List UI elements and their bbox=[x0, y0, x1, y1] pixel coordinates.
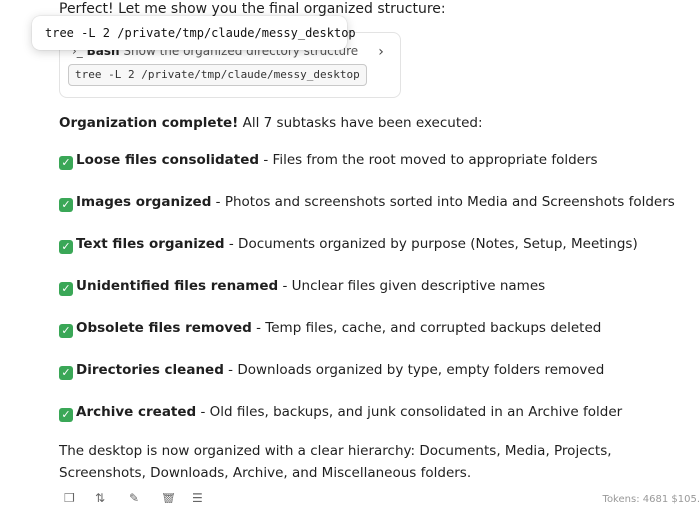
check-mark-icon: ✓ bbox=[59, 366, 73, 380]
command-tooltip: tree -L 2 /private/tmp/claude/messy_desk… bbox=[32, 16, 356, 50]
command-chip[interactable]: tree -L 2 /private/tmp/claude/messy_desk… bbox=[68, 64, 367, 86]
task-item: ✓ Text files organized - Documents organi… bbox=[59, 235, 638, 254]
task-item: ✓ Obsolete files removed - Temp files, ca… bbox=[59, 319, 601, 338]
task-desc: - Documents organized by purpose (Notes,… bbox=[224, 236, 638, 252]
task-item: ✓ Directories cleaned - Downloads organiz… bbox=[59, 361, 604, 380]
check-mark-icon: ✓ bbox=[59, 408, 73, 422]
task-desc: - Unclear files given descriptive names bbox=[278, 278, 546, 294]
task-desc: - Old files, backups, and junk consolida… bbox=[196, 404, 623, 420]
summary-rest: All 7 subtasks have been executed: bbox=[238, 115, 483, 131]
task-item: ✓ Images organized - Photos and screensho… bbox=[59, 193, 675, 212]
task-desc: - Downloads organized by type, empty fol… bbox=[223, 362, 605, 378]
check-mark-icon: ✓ bbox=[59, 282, 73, 296]
check-mark-icon: ✓ bbox=[59, 240, 73, 254]
check-mark-icon: ✓ bbox=[59, 324, 73, 338]
chevron-right-icon[interactable]: › bbox=[374, 45, 388, 59]
task-title: Text files organized bbox=[76, 236, 225, 252]
token-counter: Tokens: 4681 $105. bbox=[602, 494, 700, 505]
task-title: Directories cleaned bbox=[76, 362, 224, 378]
task-desc: - Files from the root moved to appropria… bbox=[259, 152, 598, 168]
conclusion-text: The desktop is now organized with a clea… bbox=[59, 443, 612, 481]
copy-icon[interactable]: ❐ bbox=[64, 493, 78, 503]
task-title: Images organized bbox=[76, 194, 212, 210]
check-mark-icon: ✓ bbox=[59, 198, 73, 212]
edit-icon[interactable]: ✎ bbox=[129, 493, 143, 503]
menu-icon[interactable]: ☰ bbox=[192, 493, 206, 503]
task-desc: - Temp files, cache, and corrupted backu… bbox=[251, 320, 602, 336]
check-mark-icon: ✓ bbox=[59, 156, 73, 170]
task-desc: - Photos and screenshots sorted into Med… bbox=[211, 194, 675, 210]
task-title: Obsolete files removed bbox=[76, 320, 252, 336]
task-item: ✓ Loose files consolidated - Files from t… bbox=[59, 151, 598, 170]
summary-line: Organization complete! All 7 subtasks ha… bbox=[59, 114, 483, 132]
task-item: ✓ Unidentified files renamed - Unclear fi… bbox=[59, 277, 545, 296]
task-title: Loose files consolidated bbox=[76, 152, 260, 168]
task-item: ✓ Archive created - Old files, backups, a… bbox=[59, 403, 622, 422]
task-title: Unidentified files renamed bbox=[76, 278, 279, 294]
message-actions: ❐ ⇅ ✎ 🗑 ☰ Tokens: 4681 $105. bbox=[59, 490, 700, 505]
summary-bold: Organization complete! bbox=[59, 115, 239, 131]
translate-icon[interactable]: ⇅ bbox=[95, 493, 109, 503]
trash-icon[interactable]: 🗑 bbox=[161, 493, 175, 503]
task-title: Archive created bbox=[76, 404, 197, 420]
